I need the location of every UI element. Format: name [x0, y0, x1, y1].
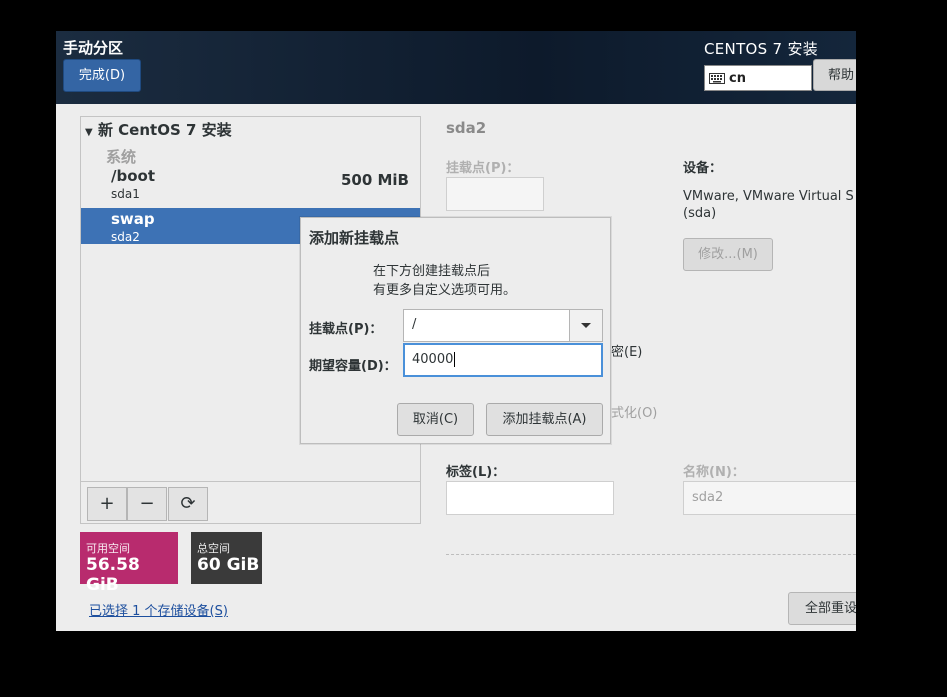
remove-partition-button[interactable]: −	[127, 487, 167, 521]
mount-point-value: /	[412, 317, 417, 332]
mount-point-dropdown-button[interactable]	[569, 310, 602, 341]
divider	[446, 554, 856, 555]
partition-item-boot[interactable]: /boot sda1 500 MiB	[81, 165, 420, 201]
partition-device: sda2	[111, 230, 140, 244]
installation-group-header[interactable]: ▼ 新 CentOS 7 安装	[85, 119, 232, 140]
mount-point-label: 挂载点(P)：	[446, 161, 520, 176]
partition-details-title: sda2	[446, 119, 487, 137]
available-space-box: 可用空间 56.58 GiB	[80, 532, 178, 595]
reset-all-button[interactable]: 全部重设	[788, 592, 856, 625]
total-space-label: 总空间	[197, 542, 230, 555]
mount-point-label: 挂载点(P)：	[309, 322, 383, 337]
dialog-description-line1: 在下方创建挂载点后	[373, 264, 491, 279]
name-field[interactable]: sda2	[683, 481, 856, 515]
text-cursor	[454, 352, 456, 367]
device-value-line1: VMware, VMware Virtual S	[683, 189, 854, 204]
done-button[interactable]: 完成(D)	[63, 59, 141, 92]
desired-capacity-input[interactable]: 40000	[403, 343, 603, 377]
available-space-label: 可用空间	[86, 542, 130, 555]
page-title: 手动分区	[63, 39, 124, 57]
dialog-description-line2: 有更多自定义选项可用。	[373, 283, 517, 298]
header-bar: 手动分区 完成(D) CENTOS 7 安装 cn 帮助	[56, 31, 856, 104]
capacity-value: 40000	[412, 352, 454, 367]
mount-point-combo[interactable]: /	[403, 309, 603, 342]
keyboard-layout-indicator[interactable]: cn	[704, 65, 812, 91]
tag-label: 标签(L)：	[446, 465, 506, 480]
partition-size: 500 MiB	[340, 171, 409, 189]
available-space-value: 56.58 GiB	[86, 555, 140, 595]
help-button[interactable]: 帮助	[813, 59, 856, 91]
partition-toolbar: + − ⟳	[81, 481, 420, 524]
chevron-down-icon	[581, 323, 591, 328]
total-space-box: 总空间 60 GiB	[191, 532, 262, 584]
product-title: CENTOS 7 安装	[704, 40, 819, 58]
dialog-title: 添加新挂载点	[309, 229, 400, 247]
add-mount-point-button[interactable]: 添加挂载点(A)	[486, 403, 603, 436]
mount-point-field[interactable]	[446, 177, 544, 211]
device-value-line2: (sda)	[683, 206, 717, 221]
selected-storage-link[interactable]: 已选择 1 个存储设备(S)	[89, 600, 228, 619]
expander-arrow-icon[interactable]: ▼	[85, 127, 93, 138]
tag-field[interactable]	[446, 481, 614, 515]
partition-name: swap	[111, 210, 155, 228]
add-partition-button[interactable]: +	[87, 487, 127, 521]
cancel-button[interactable]: 取消(C)	[397, 403, 474, 436]
system-section-label: 系统	[106, 148, 137, 166]
add-mount-point-dialog: 添加新挂载点 在下方创建挂载点后 有更多自定义选项可用。 挂载点(P)： / 期…	[300, 217, 611, 444]
keyboard-layout-label: cn	[729, 70, 746, 86]
refresh-button[interactable]: ⟳	[168, 487, 208, 521]
reformat-checkbox-label[interactable]: 式化(O)	[611, 402, 657, 421]
installation-title: 新 CentOS 7 安装	[97, 121, 232, 139]
keyboard-icon	[709, 72, 725, 84]
name-label: 名称(N)：	[683, 465, 745, 480]
total-space-value: 60 GiB	[197, 555, 260, 575]
modify-button[interactable]: 修改...(M)	[683, 238, 773, 271]
device-label: 设备：	[683, 161, 723, 176]
desired-capacity-label: 期望容量(D)：	[309, 359, 397, 374]
encrypt-checkbox-label[interactable]: 密(E)	[611, 341, 642, 360]
partition-device: sda1	[111, 187, 140, 201]
partition-name: /boot	[111, 167, 155, 185]
